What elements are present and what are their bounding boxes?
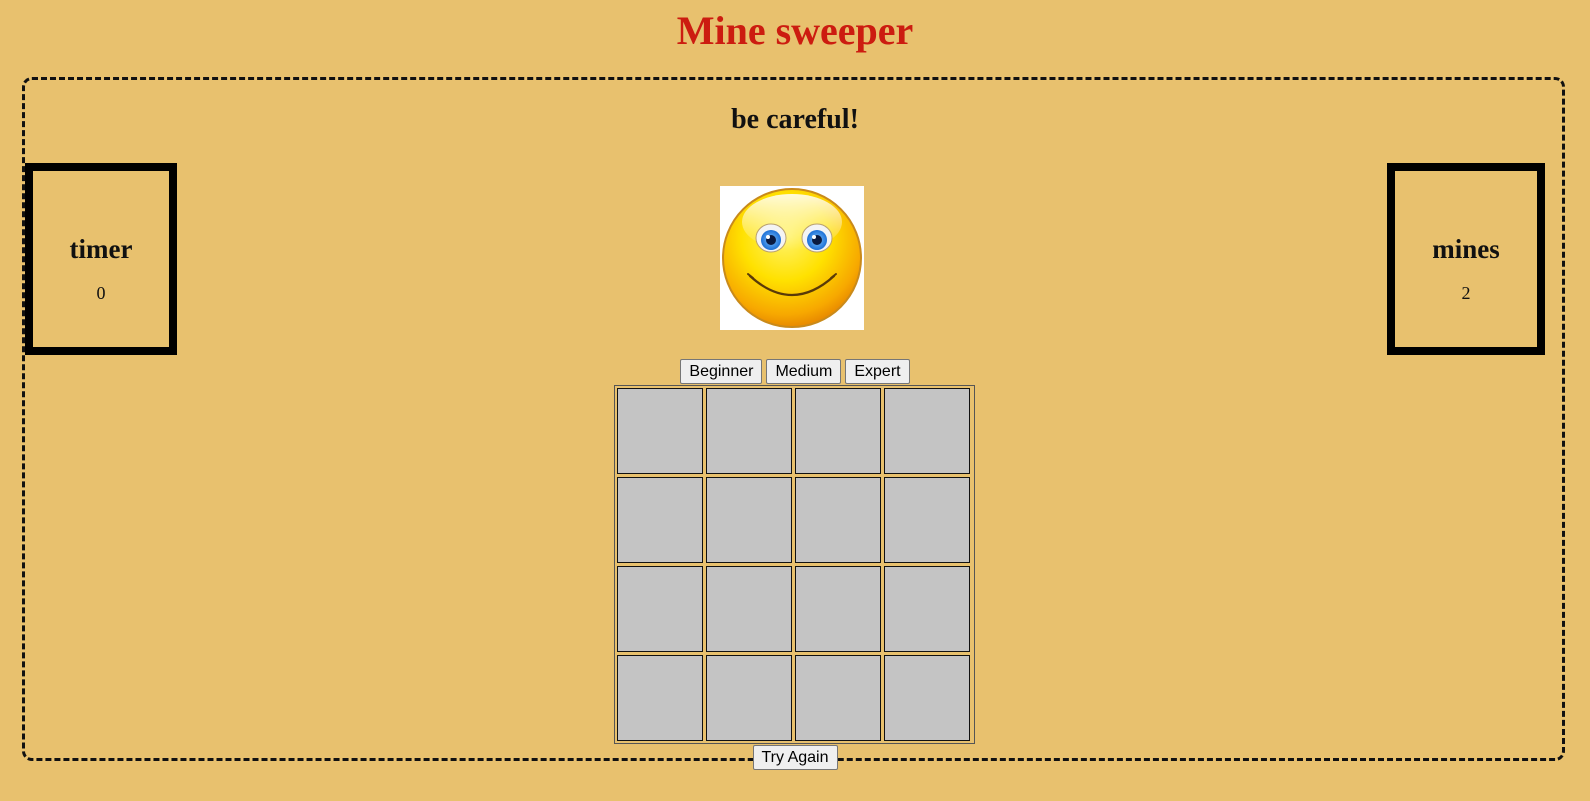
board-cell[interactable] [795,655,881,741]
board-cell[interactable] [884,388,970,474]
smiley-face-icon[interactable] [720,186,864,330]
timer-value: 0 [96,283,106,303]
board-cell[interactable] [617,566,703,652]
mines-label: mines [1432,234,1500,264]
game-page: Mine sweeper be careful! timer 0 mines 2 [0,0,1590,801]
expert-button[interactable]: Expert [845,359,910,384]
retry-row: Try Again [0,745,1590,770]
status-message: be careful! [731,104,859,135]
board-cell[interactable] [795,388,881,474]
board-cell[interactable] [884,477,970,563]
mine-board [614,385,975,744]
board-cell[interactable] [884,566,970,652]
try-again-button[interactable]: Try Again [752,745,838,770]
board-cell[interactable] [617,655,703,741]
difficulty-buttons: Beginner Medium Expert [0,359,1590,384]
board-cell[interactable] [617,388,703,474]
board-cell[interactable] [706,477,792,563]
board-cell[interactable] [795,566,881,652]
board-cell[interactable] [795,477,881,563]
mines-panel: mines 2 [1387,163,1545,355]
timer-panel: timer 0 [25,163,177,355]
board-cell[interactable] [706,388,792,474]
medium-button[interactable]: Medium [766,359,842,384]
board-cell[interactable] [706,655,792,741]
page-title: Mine sweeper [676,8,914,53]
timer-label: timer [69,234,133,264]
beginner-button[interactable]: Beginner [680,359,763,384]
board-cell[interactable] [884,655,970,741]
mines-count: 2 [1461,283,1471,303]
board-cell[interactable] [617,477,703,563]
board-cell[interactable] [706,566,792,652]
